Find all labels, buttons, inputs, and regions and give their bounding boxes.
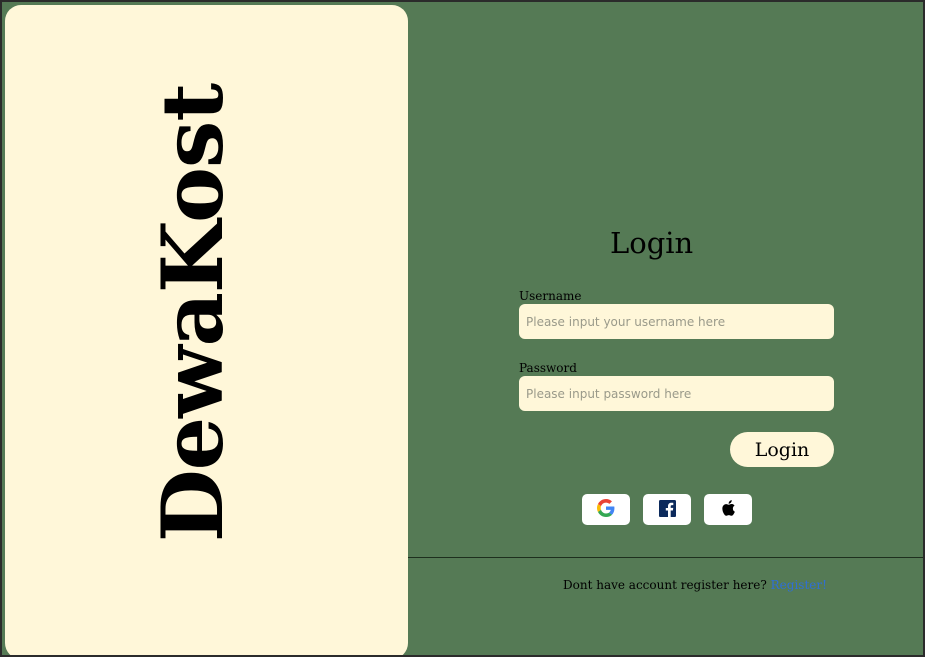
- facebook-icon: [658, 499, 676, 520]
- password-input[interactable]: [519, 376, 834, 411]
- username-label: Username: [519, 289, 582, 303]
- section-divider: [408, 557, 923, 558]
- register-prompt-text: Dont have account register here?: [563, 578, 767, 592]
- brand-panel: DewaKost: [5, 5, 408, 655]
- register-link[interactable]: Register!: [771, 578, 827, 592]
- facebook-login-button[interactable]: [643, 494, 691, 525]
- brand-logo-text: DewaKost: [143, 83, 242, 543]
- login-button[interactable]: Login: [730, 432, 834, 467]
- google-icon: [597, 499, 615, 520]
- apple-login-button[interactable]: [704, 494, 752, 525]
- login-title: Login: [610, 226, 694, 260]
- password-label: Password: [519, 361, 577, 375]
- register-prompt: Dont have account register here? Registe…: [563, 578, 827, 592]
- login-page: DewaKost Login Username Password Login: [0, 0, 925, 657]
- username-input[interactable]: [519, 304, 834, 339]
- google-login-button[interactable]: [582, 494, 630, 525]
- apple-icon: [720, 499, 736, 520]
